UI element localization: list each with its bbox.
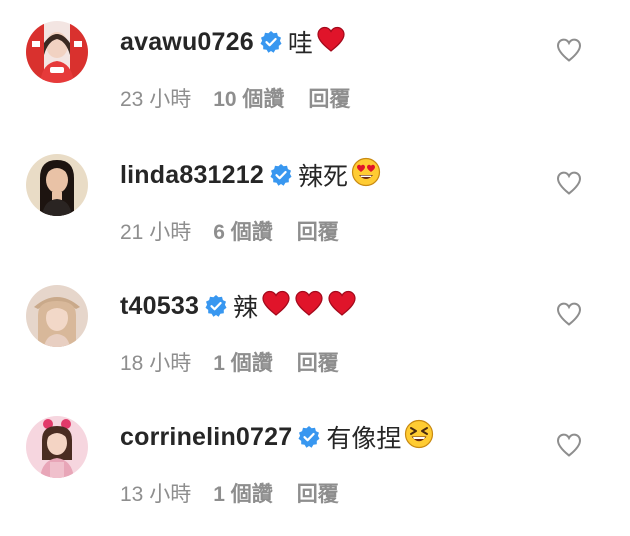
avatar-image [26, 416, 88, 478]
comment-timestamp: 21 小時 [120, 221, 192, 244]
avatar-image [26, 21, 88, 83]
comment-item: corrinelin0727 有像捏 13 小時 1 個讚 回覆 [0, 413, 630, 533]
avatar-image [26, 285, 88, 347]
comment-text: 辣死 [298, 157, 381, 194]
comment-item: t40533 辣 18 小時 1 個讚 回覆 [0, 282, 630, 402]
username[interactable]: corrinelin0727 [120, 423, 292, 452]
like-heart-icon[interactable] [555, 170, 583, 196]
comment-timestamp: 18 小時 [120, 352, 192, 375]
avatar[interactable] [26, 154, 88, 216]
reply-button[interactable]: 回覆 [297, 216, 339, 246]
verified-badge-icon [269, 163, 293, 187]
verified-badge-icon [297, 425, 321, 449]
red-heart-icon [294, 290, 324, 323]
red-heart-icon [327, 290, 357, 323]
comment-body: 辣死 [297, 163, 348, 191]
reply-button[interactable]: 回覆 [308, 83, 350, 113]
avatar[interactable] [26, 285, 88, 347]
heart-eyes-icon [351, 157, 381, 194]
comment-item: avawu0726 哇 23 小時 10 個讚 回覆 [0, 18, 630, 138]
red-heart-icon [316, 26, 346, 59]
likes-count[interactable]: 6 個讚 [213, 216, 273, 246]
reply-button[interactable]: 回覆 [297, 478, 339, 508]
like-heart-icon[interactable] [555, 37, 583, 63]
username[interactable]: linda831212 [120, 161, 264, 190]
avatar[interactable] [26, 21, 88, 83]
comment-text: 哇 [288, 24, 346, 60]
likes-count[interactable]: 10 個讚 [213, 83, 284, 113]
verified-badge-icon [259, 30, 283, 54]
comment-item: linda831212 辣死 21 小時 6 個讚 回覆 [0, 151, 630, 271]
comment-text: 辣 [233, 288, 357, 324]
reply-button[interactable]: 回覆 [297, 347, 339, 377]
username[interactable]: avawu0726 [120, 28, 254, 57]
comment-timestamp: 23 小時 [120, 88, 192, 111]
likes-count[interactable]: 1 個讚 [213, 478, 273, 508]
like-heart-icon[interactable] [555, 432, 583, 458]
red-heart-icon [261, 290, 291, 323]
comment-body: 辣 [233, 294, 259, 322]
like-heart-icon[interactable] [555, 301, 583, 327]
comment-timestamp: 13 小時 [120, 483, 192, 506]
likes-count[interactable]: 1 個讚 [213, 347, 273, 377]
verified-badge-icon [204, 294, 228, 318]
comment-body: 有像捏 [326, 425, 402, 453]
avatar[interactable] [26, 416, 88, 478]
squinting-laugh-icon [404, 419, 434, 456]
comment-body: 哇 [287, 30, 313, 58]
avatar-image [26, 154, 88, 216]
comment-text: 有像捏 [326, 419, 434, 456]
username[interactable]: t40533 [120, 292, 199, 321]
